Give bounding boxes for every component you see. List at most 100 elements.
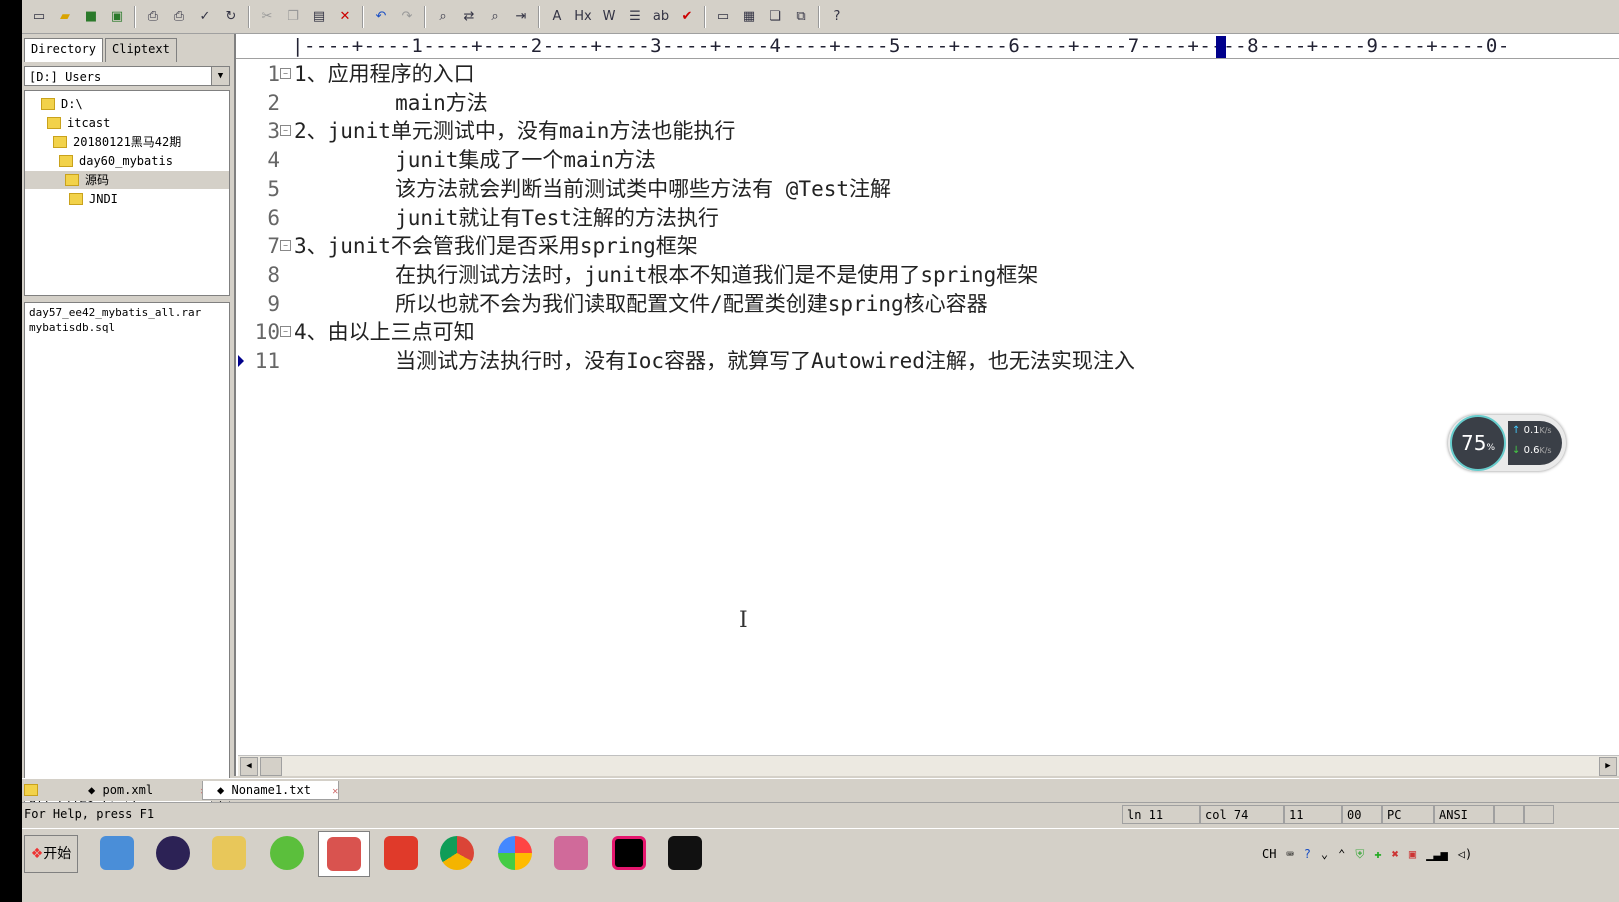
abc-icon[interactable]: ab <box>650 6 672 28</box>
network-icon[interactable]: ✖ <box>1392 847 1399 861</box>
network-speed-widget[interactable]: 75% ↑ 0.1K/s ↓ 0.6K/s <box>1448 415 1566 471</box>
cut-icon[interactable]: ✂ <box>256 6 278 28</box>
photos-icon[interactable] <box>490 831 540 875</box>
code-line[interactable]: 1−1、应用程序的入口 <box>236 60 1619 88</box>
find-icon[interactable]: ⌕ <box>432 6 454 28</box>
open-file-icon[interactable]: ▰ <box>54 6 76 28</box>
tree-item-d-drive[interactable]: D:\ <box>41 95 83 113</box>
folder-icon <box>59 155 73 167</box>
status-extra <box>1524 805 1554 824</box>
tab-cliptext[interactable]: Cliptext <box>105 38 177 62</box>
shield-icon[interactable]: ⛨ <box>1355 847 1364 862</box>
help-icon[interactable]: ? <box>826 6 848 28</box>
new-file-icon[interactable]: ▭ <box>28 6 50 28</box>
scroll-thumb[interactable] <box>260 757 282 776</box>
ice-icon[interactable] <box>546 831 596 875</box>
check-icon[interactable]: ✔ <box>676 6 698 28</box>
fold-toggle-icon[interactable]: − <box>280 326 291 338</box>
code-line[interactable]: 6 junit就让有Test注解的方法执行 <box>236 204 1619 232</box>
replace-icon[interactable]: ⇄ <box>458 6 480 28</box>
intellij-icon[interactable] <box>604 831 654 875</box>
word-wrap-icon[interactable]: W <box>598 6 620 28</box>
cascade-icon[interactable]: ❏ <box>764 6 786 28</box>
tree-item-20180121[interactable]: 20180121黑马42期 <box>53 133 181 151</box>
chevron-up-icon[interactable]: ⌃ <box>1338 847 1345 861</box>
tree-item-jndi[interactable]: JNDI <box>69 190 118 208</box>
save-all-icon[interactable]: ▣ <box>106 6 128 28</box>
fold-toggle-icon[interactable]: − <box>280 125 291 137</box>
line-number: 6 <box>267 205 280 230</box>
code-line[interactable]: 7−3、junit不会管我们是否采用spring框架 <box>236 232 1619 260</box>
plus-icon[interactable]: ✚ <box>1374 847 1381 861</box>
folder-icon[interactable] <box>24 781 42 799</box>
tile-icon[interactable]: ▦ <box>738 6 760 28</box>
help-icon[interactable]: ? <box>1304 847 1311 861</box>
tree-item-source[interactable]: 源码 <box>25 171 229 189</box>
fold-toggle-icon[interactable]: − <box>280 240 291 252</box>
code-line[interactable]: 10−4、由以上三点可知 <box>236 318 1619 346</box>
tab-directory[interactable]: Directory <box>24 38 104 62</box>
computer-icon[interactable] <box>92 831 142 875</box>
paste-icon[interactable]: ▤ <box>308 6 330 28</box>
list-item[interactable]: mybatisdb.sql <box>29 320 225 335</box>
eclipse-icon[interactable] <box>148 831 198 875</box>
spell-check-icon[interactable]: ✓ <box>194 6 216 28</box>
close-icon[interactable]: ✕ <box>332 786 338 797</box>
list-icon[interactable]: ☰ <box>624 6 646 28</box>
save-icon[interactable]: ■ <box>80 6 102 28</box>
hex-icon[interactable]: Hx <box>572 6 594 28</box>
folder-icon <box>41 98 55 110</box>
fold-toggle-icon[interactable]: − <box>280 68 291 79</box>
code-line[interactable]: 4 junit集成了一个main方法 <box>236 146 1619 174</box>
line-text: junit集成了一个main方法 <box>294 148 656 173</box>
list-item[interactable]: day57_ee42_mybatis_all.rar <box>29 305 225 320</box>
scroll-right-icon[interactable]: ▶ <box>1599 757 1617 776</box>
cmd-icon[interactable] <box>660 831 710 875</box>
print-preview-icon[interactable]: ⎙ <box>142 6 164 28</box>
code-line[interactable]: 9 所以也就不会为我们读取配置文件/配置类创建spring核心容器 <box>236 290 1619 318</box>
chevron-down-icon[interactable]: ▼ <box>211 67 229 85</box>
download-arrow-icon: ↓ <box>1512 445 1521 456</box>
find-in-files-icon[interactable]: ⌕ <box>484 6 506 28</box>
tree-item-itcast[interactable]: itcast <box>47 114 110 132</box>
tab-pom-xml[interactable]: ◆ pom.xml ✕ <box>74 781 206 799</box>
taskbar: ❖开始 CH ⌨ ? ⌄ ⌃ ⛨ ✚ ✖ ▣ ▁▃▅ ◁) <box>22 828 1619 902</box>
scroll-left-icon[interactable]: ◀ <box>240 757 258 776</box>
editor-icon[interactable] <box>318 831 370 877</box>
copy-icon[interactable]: ❐ <box>282 6 304 28</box>
drive-select[interactable]: [D:] Users ▼ <box>24 66 230 86</box>
code-line[interactable]: 8 在执行测试方法时，junit根本不知道我们是不是使用了spring框架 <box>236 261 1619 289</box>
chrome-icon[interactable] <box>432 831 482 875</box>
tab-noname1-txt[interactable]: ◆ Noname1.txt ✕ <box>202 781 340 800</box>
editor-pane[interactable]: |----+----1----+----2----+----3----+----… <box>234 34 1619 776</box>
font-icon[interactable]: A <box>546 6 568 28</box>
code-line[interactable]: 5 该方法就会判断当前测试类中哪些方法有 @Test注解 <box>236 175 1619 203</box>
tree-item-label: D:\ <box>61 97 83 111</box>
redo-icon[interactable]: ↷ <box>396 6 418 28</box>
undo-icon[interactable]: ↶ <box>370 6 392 28</box>
start-button[interactable]: ❖开始 <box>24 835 78 873</box>
gauge-percent-unit: % <box>1486 443 1495 453</box>
code-line[interactable]: 11 当测试方法执行时，没有Ioc容器，就算写了Autowired注解，也无法实… <box>236 347 1619 375</box>
keyboard-icon[interactable]: ⌨ <box>1286 847 1293 861</box>
horizontal-scrollbar[interactable]: ◀ ▶ <box>238 755 1619 776</box>
volume-icon[interactable]: ◁) <box>1458 847 1472 861</box>
app-tray-icon[interactable]: ▣ <box>1409 847 1416 861</box>
toolbar-separator <box>362 5 364 28</box>
language-indicator[interactable]: CH <box>1262 847 1276 861</box>
print-icon[interactable]: ⎙ <box>168 6 190 28</box>
goto-icon[interactable]: ⇥ <box>510 6 532 28</box>
code-line[interactable]: 3−2、junit单元测试中，没有main方法也能执行 <box>236 117 1619 145</box>
delete-icon[interactable]: ✕ <box>334 6 356 28</box>
chevron-down-icon[interactable]: ⌄ <box>1321 847 1328 861</box>
tree-item-day60-mybatis[interactable]: day60_mybatis <box>59 152 173 170</box>
rate-unit: K/s <box>1539 426 1552 435</box>
app-green-icon[interactable] <box>262 831 312 875</box>
code-line[interactable]: 2 main方法 <box>236 89 1619 117</box>
restore-icon[interactable]: ⧉ <box>790 6 812 28</box>
signal-icon[interactable]: ▁▃▅ <box>1426 847 1448 861</box>
app-g-icon[interactable] <box>376 831 426 875</box>
explorer-icon[interactable] <box>204 831 254 875</box>
window-icon[interactable]: ▭ <box>712 6 734 28</box>
refresh-icon[interactable]: ↻ <box>220 6 242 28</box>
